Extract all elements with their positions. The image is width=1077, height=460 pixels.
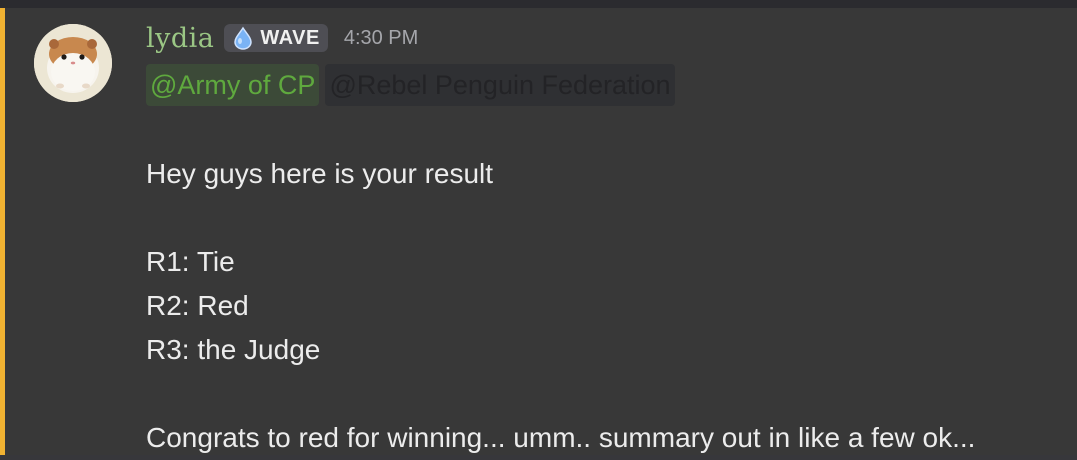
mention-highlight-bar — [0, 8, 5, 455]
message-line: R3: the Judge — [146, 334, 321, 365]
hamster-avatar-icon — [34, 24, 112, 102]
guild-tag-label: WAVE — [260, 26, 320, 49]
message-content: Hey guys here is your result R1: Tie R2:… — [146, 152, 1066, 460]
message-line: R2: Red — [146, 290, 249, 321]
username[interactable]: lydia — [146, 23, 214, 54]
top-divider — [0, 0, 1077, 8]
message-timestamp[interactable]: 4:30 PM — [344, 27, 418, 50]
role-mention-rebel-penguin-federation[interactable]: @Rebel Penguin Federation — [325, 64, 675, 106]
role-mention-army-of-cp[interactable]: @Army of CP — [146, 64, 320, 106]
message-line: Congrats to red for winning... umm.. sum… — [146, 422, 976, 453]
message-line — [146, 196, 1066, 240]
avatar[interactable] — [34, 24, 112, 102]
message-line: Hey guys here is your result — [146, 158, 494, 189]
message-line — [146, 372, 1066, 416]
message-line: R1: Tie — [146, 246, 235, 277]
water-drop-icon — [234, 26, 253, 50]
message-header: lydia WAVE 4:30 PM — [146, 18, 418, 58]
mentions-row: @Army of CP @Rebel Penguin Federation — [146, 64, 681, 106]
chat-message[interactable]: lydia WAVE 4:30 PM @Army of CP @Rebel Pe… — [0, 8, 1077, 455]
guild-tag-badge[interactable]: WAVE — [224, 24, 328, 52]
